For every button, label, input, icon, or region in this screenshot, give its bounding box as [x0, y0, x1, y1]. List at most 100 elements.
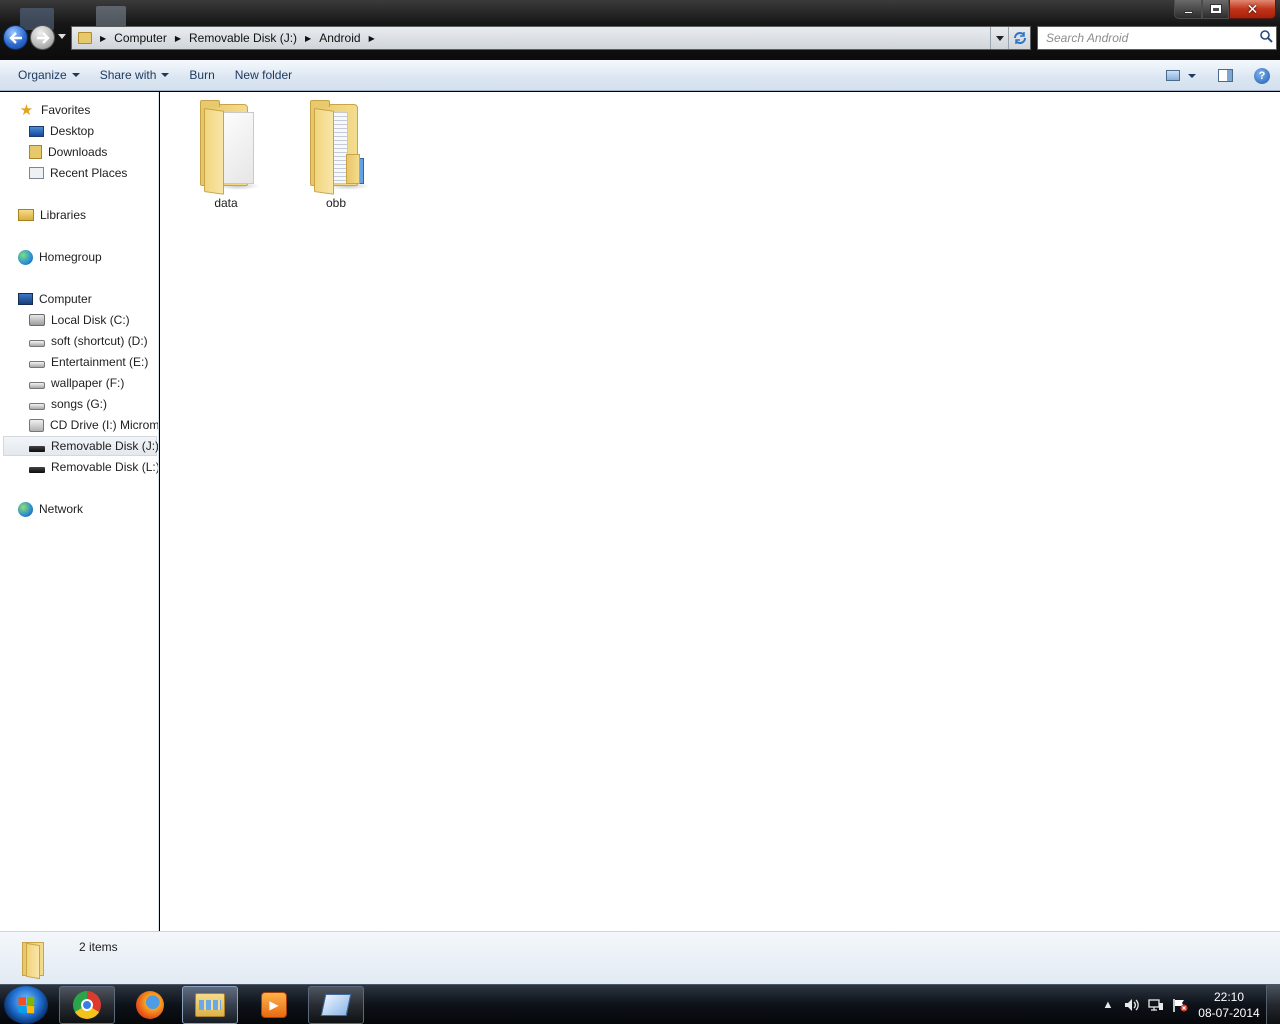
details-pane: 2 items	[0, 931, 1280, 984]
recent-pages-dropdown[interactable]	[58, 34, 66, 39]
search-box[interactable]	[1037, 26, 1277, 50]
breadcrumb-android[interactable]: Android	[313, 27, 366, 49]
close-button[interactable]: ✕	[1229, 0, 1276, 19]
chrome-icon	[73, 991, 101, 1019]
breadcrumb-separator-icon[interactable]: ▶	[303, 34, 313, 43]
local-disk-icon	[29, 314, 45, 326]
breadcrumb-computer[interactable]: Computer	[108, 27, 173, 49]
nav-drive-j[interactable]: Removable Disk (J:)	[3, 436, 159, 456]
burn-label: Burn	[189, 68, 215, 82]
organize-button[interactable]: Organize	[8, 60, 90, 90]
folder-item-data[interactable]: data	[182, 98, 270, 216]
volume-icon[interactable]	[1120, 985, 1144, 1024]
preview-pane-icon[interactable]	[1218, 69, 1233, 82]
nav-drive-c[interactable]: Local Disk (C:)	[29, 310, 130, 330]
breadcrumb-separator-icon[interactable]: ▶	[98, 34, 108, 43]
minimize-button[interactable]	[1174, 0, 1202, 19]
nav-recent-places-label: Recent Places	[50, 166, 128, 180]
view-options-dropdown[interactable]	[1188, 73, 1196, 78]
background-window-thumbnail	[96, 6, 126, 28]
nav-libraries[interactable]: Libraries	[18, 205, 86, 225]
new-folder-label: New folder	[234, 68, 293, 82]
search-input[interactable]	[1038, 31, 1256, 45]
nav-computer-label: Computer	[39, 292, 92, 306]
nav-drive-l[interactable]: Removable Disk (L:)	[29, 457, 159, 477]
command-bar: Organize Share with Burn New folder ?	[0, 60, 1280, 91]
organize-label: Organize	[18, 68, 67, 82]
close-icon: ✕	[1246, 0, 1259, 17]
nav-network[interactable]: Network	[18, 499, 83, 519]
address-bar[interactable]: ▶ Computer ▶ Removable Disk (J:) ▶ Andro…	[71, 26, 1031, 50]
search-icon[interactable]	[1256, 30, 1276, 46]
taskbar-media-player-button[interactable]: ▶	[246, 986, 302, 1024]
refresh-icon	[1013, 32, 1026, 44]
nav-recent-places[interactable]: Recent Places	[29, 163, 127, 183]
change-view-icon[interactable]	[1166, 70, 1180, 81]
burn-button[interactable]: Burn	[179, 60, 224, 90]
network-status-icon[interactable]	[1144, 985, 1168, 1024]
nav-libraries-label: Libraries	[40, 208, 87, 222]
nav-computer[interactable]: Computer	[18, 289, 92, 309]
nav-drive-label: Removable Disk (L:)	[51, 460, 159, 474]
homegroup-icon	[18, 249, 33, 265]
clock[interactable]: 22:10 08-07-2014	[1192, 985, 1266, 1024]
folder-name: data	[214, 196, 238, 210]
start-button[interactable]	[4, 986, 48, 1024]
star-icon: ★	[19, 102, 34, 119]
nav-drive-e[interactable]: Entertainment (E:)	[29, 352, 148, 372]
arrow-right-icon	[36, 31, 50, 44]
taskbar-firefox-button[interactable]	[122, 986, 178, 1024]
recent-places-icon	[29, 167, 44, 179]
share-with-label: Share with	[99, 68, 157, 82]
back-button[interactable]	[3, 25, 28, 50]
libraries-icon	[18, 209, 34, 221]
address-history-dropdown[interactable]	[990, 27, 1008, 49]
nav-drive-label: wallpaper (F:)	[51, 376, 125, 390]
nav-drive-i[interactable]: CD Drive (I:) Microm	[29, 415, 158, 435]
taskbar-chrome-button[interactable]	[59, 986, 115, 1024]
removable-disk-icon	[29, 446, 45, 452]
nav-favorites[interactable]: ★ Favorites	[18, 100, 91, 120]
arrow-left-icon	[8, 31, 22, 44]
navigation-pane: ★ Favorites Desktop Downloads Recent Plac…	[0, 92, 159, 931]
help-icon[interactable]: ?	[1254, 67, 1270, 84]
breadcrumb-removable-disk-j[interactable]: Removable Disk (J:)	[183, 27, 303, 49]
minimize-icon	[1183, 11, 1193, 14]
nav-network-label: Network	[39, 502, 84, 516]
nav-homegroup[interactable]: Homegroup	[18, 247, 102, 267]
nav-desktop[interactable]: Desktop	[29, 121, 94, 141]
folder-with-files-icon	[300, 98, 372, 195]
nav-drive-f[interactable]: wallpaper (F:)	[29, 373, 124, 393]
action-center-flag-icon[interactable]	[1168, 985, 1192, 1024]
nav-downloads[interactable]: Downloads	[29, 142, 107, 162]
restore-button[interactable]	[1202, 0, 1229, 19]
folder-icon	[190, 98, 262, 195]
app-icon	[320, 994, 352, 1016]
show-hidden-icons-icon[interactable]: ▲	[1096, 985, 1120, 1024]
breadcrumb-separator-icon[interactable]: ▶	[367, 34, 377, 43]
nav-drive-label: songs (G:)	[51, 397, 108, 411]
nav-drive-label: Removable Disk (J:)	[51, 439, 159, 453]
forward-button[interactable]	[30, 25, 55, 50]
hard-drive-icon	[29, 382, 45, 389]
nav-drive-g[interactable]: songs (G:)	[29, 394, 107, 414]
windows-logo-icon	[18, 996, 35, 1014]
new-folder-button[interactable]: New folder	[225, 60, 302, 90]
nav-favorites-label: Favorites	[41, 103, 91, 117]
windows-explorer-icon	[195, 993, 225, 1017]
taskbar-explorer-button[interactable]	[182, 986, 238, 1024]
taskbar-app-button[interactable]	[308, 986, 364, 1024]
clock-date: 08-07-2014	[1198, 1006, 1260, 1020]
nav-drive-label: Entertainment (E:)	[51, 355, 149, 369]
computer-icon	[18, 293, 33, 305]
nav-downloads-label: Downloads	[48, 145, 108, 159]
show-desktop-button[interactable]	[1266, 985, 1280, 1024]
folder-item-obb[interactable]: obb	[292, 98, 380, 216]
chevron-down-icon	[71, 73, 80, 77]
refresh-button[interactable]	[1008, 27, 1030, 49]
file-list[interactable]: data obb	[160, 92, 1280, 931]
breadcrumb-separator-icon[interactable]: ▶	[173, 34, 183, 43]
share-with-button[interactable]: Share with	[90, 60, 180, 90]
folder-icon	[20, 940, 58, 980]
nav-drive-d[interactable]: soft (shortcut) (D:)	[29, 331, 148, 351]
